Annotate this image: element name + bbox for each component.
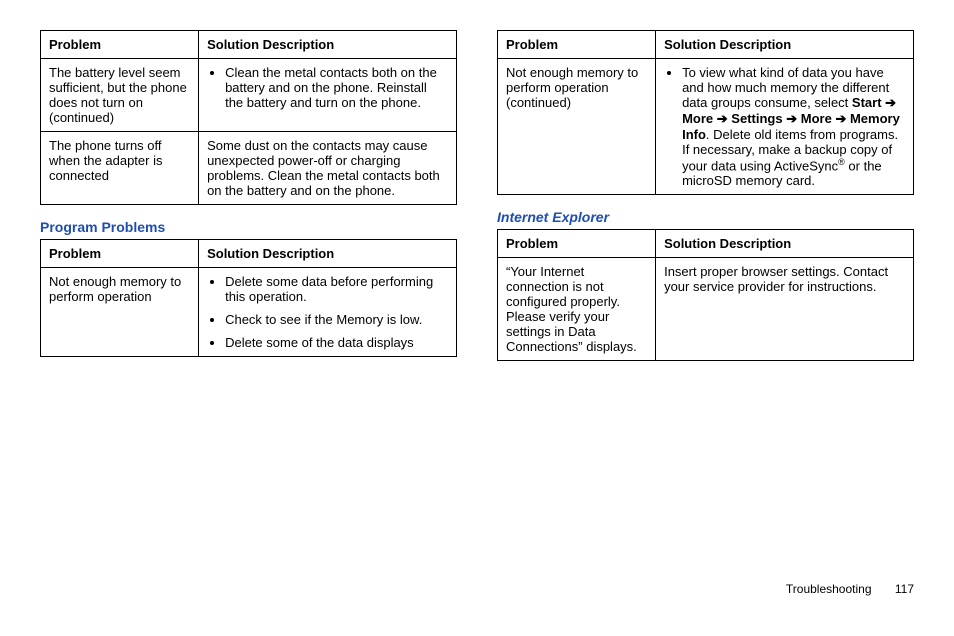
arrow-icon: ➔ bbox=[885, 95, 896, 110]
two-column-layout: Problem Solution Description The battery… bbox=[40, 30, 914, 375]
internet-explorer-heading: Internet Explorer bbox=[497, 209, 914, 225]
arrow-icon: ➔ bbox=[786, 111, 797, 126]
table-row: “Your Internet connection is not configu… bbox=[498, 258, 914, 361]
table-row: Not enough memory to perform operation (… bbox=[498, 59, 914, 195]
table-row: The phone turns off when the adapter is … bbox=[41, 132, 457, 205]
solution-header: Solution Description bbox=[199, 31, 457, 59]
arrow-icon: ➔ bbox=[717, 111, 728, 126]
solution-cell: Some dust on the contacts may cause unex… bbox=[199, 132, 457, 205]
arrow-icon: ➔ bbox=[835, 111, 846, 126]
solution-cell: Insert proper browser settings. Contact … bbox=[656, 258, 914, 361]
path-start: Start bbox=[852, 95, 882, 110]
footer-section-name: Troubleshooting bbox=[786, 582, 872, 596]
problem-cell: Not enough memory to perform operation (… bbox=[498, 59, 656, 195]
table-header-row: Problem Solution Description bbox=[41, 31, 457, 59]
problem-header: Problem bbox=[498, 230, 656, 258]
problem-cell: The phone turns off when the adapter is … bbox=[41, 132, 199, 205]
right-column: Problem Solution Description Not enough … bbox=[497, 30, 914, 375]
problem-cell: The battery level seem sufficient, but t… bbox=[41, 59, 199, 132]
program-problems-heading: Program Problems bbox=[40, 219, 457, 235]
problem-cell: “Your Internet connection is not configu… bbox=[498, 258, 656, 361]
problem-header: Problem bbox=[41, 240, 199, 268]
path-settings: Settings bbox=[731, 111, 782, 126]
path-more: More bbox=[682, 111, 713, 126]
bullet-list: Clean the metal contacts both on the bat… bbox=[207, 65, 448, 110]
battery-problems-table: Problem Solution Description The battery… bbox=[40, 30, 457, 205]
bullet-list: To view what kind of data you have and h… bbox=[664, 65, 905, 188]
program-problems-table: Problem Solution Description Not enough … bbox=[40, 239, 457, 357]
problem-header: Problem bbox=[498, 31, 656, 59]
path-more2: More bbox=[801, 111, 832, 126]
internet-explorer-table: Problem Solution Description “Your Inter… bbox=[497, 229, 914, 361]
problem-cell: Not enough memory to perform operation bbox=[41, 268, 199, 357]
registered-icon: ® bbox=[838, 157, 845, 167]
bullet-item: Check to see if the Memory is low. bbox=[225, 312, 448, 327]
footer-page-number: 117 bbox=[895, 582, 914, 596]
problem-header: Problem bbox=[41, 31, 199, 59]
bullet-item: Delete some of the data displays bbox=[225, 335, 448, 350]
left-column: Problem Solution Description The battery… bbox=[40, 30, 457, 375]
bullet-item: To view what kind of data you have and h… bbox=[682, 65, 905, 188]
solution-cell: Delete some data before performing this … bbox=[199, 268, 457, 357]
solution-cell: To view what kind of data you have and h… bbox=[656, 59, 914, 195]
bullet-list: Delete some data before performing this … bbox=[207, 274, 448, 350]
memory-continued-table: Problem Solution Description Not enough … bbox=[497, 30, 914, 195]
solution-header: Solution Description bbox=[199, 240, 457, 268]
table-header-row: Problem Solution Description bbox=[498, 230, 914, 258]
table-row: The battery level seem sufficient, but t… bbox=[41, 59, 457, 132]
page-footer: Troubleshooting 117 bbox=[786, 582, 914, 596]
solution-header: Solution Description bbox=[656, 31, 914, 59]
table-header-row: Problem Solution Description bbox=[41, 240, 457, 268]
table-row: Not enough memory to perform operation D… bbox=[41, 268, 457, 357]
bullet-item: Clean the metal contacts both on the bat… bbox=[225, 65, 448, 110]
table-header-row: Problem Solution Description bbox=[498, 31, 914, 59]
solution-header: Solution Description bbox=[656, 230, 914, 258]
bullet-item: Delete some data before performing this … bbox=[225, 274, 448, 304]
solution-cell: Clean the metal contacts both on the bat… bbox=[199, 59, 457, 132]
